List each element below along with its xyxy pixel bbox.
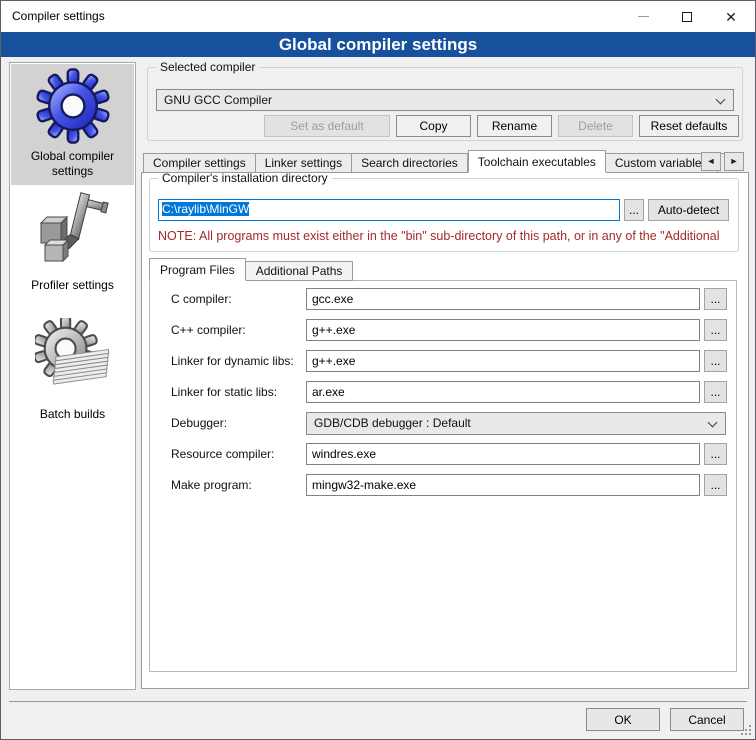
compiler-settings-dialog: Compiler settings ✕ Global compiler sett… bbox=[0, 0, 756, 740]
maximize-icon bbox=[682, 12, 692, 22]
tab-toolchain-executables[interactable]: Toolchain executables bbox=[468, 150, 606, 173]
rename-button[interactable]: Rename bbox=[477, 115, 552, 137]
make-program-label: Make program: bbox=[171, 474, 252, 496]
caliper-icon bbox=[35, 189, 111, 265]
install-dir-selected-text: C:\raylib\MinGW bbox=[162, 202, 249, 216]
page-title: Global compiler settings bbox=[1, 32, 755, 57]
tab-compiler-settings[interactable]: Compiler settings bbox=[143, 153, 256, 173]
linker-static-browse-button[interactable]: ... bbox=[704, 381, 727, 403]
linker-static-input[interactable] bbox=[306, 381, 700, 403]
window-titlebar: Compiler settings ✕ bbox=[1, 1, 755, 32]
linker-dynamic-label: Linker for dynamic libs: bbox=[171, 350, 294, 372]
program-files-page: C compiler: ... C++ compiler: ... Linker… bbox=[149, 280, 737, 672]
sidebar-item-label: Profiler settings bbox=[11, 278, 134, 293]
debugger-select[interactable]: GDB/CDB debugger : Default bbox=[306, 412, 726, 435]
set-as-default-button[interactable]: Set as default bbox=[264, 115, 390, 137]
linker-dynamic-input[interactable] bbox=[306, 350, 700, 372]
sidebar-item-global-compiler-settings[interactable]: Global compiler settings bbox=[11, 64, 134, 185]
note-text: NOTE: All programs must exist either in … bbox=[158, 229, 736, 243]
toolchain-executables-page: Compiler's installation directory C:\ray… bbox=[141, 172, 749, 689]
close-icon: ✕ bbox=[725, 10, 737, 24]
linker-dynamic-browse-button[interactable]: ... bbox=[704, 350, 727, 372]
debugger-label: Debugger: bbox=[171, 412, 227, 434]
tab-linker-settings[interactable]: Linker settings bbox=[256, 153, 352, 173]
delete-button[interactable]: Delete bbox=[558, 115, 633, 137]
tab-scroll-right-button[interactable]: ► bbox=[724, 152, 744, 171]
cancel-button[interactable]: Cancel bbox=[670, 708, 744, 731]
sidebar: Global compiler settings bbox=[9, 62, 136, 690]
minimize-button[interactable] bbox=[621, 1, 665, 32]
c-compiler-input[interactable] bbox=[306, 288, 700, 310]
ok-button[interactable]: OK bbox=[586, 708, 660, 731]
cpp-compiler-browse-button[interactable]: ... bbox=[704, 319, 727, 341]
footer-divider bbox=[9, 701, 747, 702]
resource-compiler-input[interactable] bbox=[306, 443, 700, 465]
resource-compiler-label: Resource compiler: bbox=[171, 443, 274, 465]
selected-compiler-group: Selected compiler GNU GCC Compiler Set a… bbox=[147, 67, 743, 141]
tab-scroll-left-button[interactable]: ◄ bbox=[701, 152, 721, 171]
make-program-input[interactable] bbox=[306, 474, 700, 496]
chevron-down-icon bbox=[708, 418, 718, 428]
cpp-compiler-label: C++ compiler: bbox=[171, 319, 246, 341]
copy-button[interactable]: Copy bbox=[396, 115, 471, 137]
selected-compiler-group-label: Selected compiler bbox=[156, 60, 259, 74]
chevron-down-icon bbox=[716, 95, 726, 105]
minimize-icon bbox=[638, 16, 649, 17]
resource-compiler-browse-button[interactable]: ... bbox=[704, 443, 727, 465]
cpp-compiler-input[interactable] bbox=[306, 319, 700, 341]
compiler-select[interactable]: GNU GCC Compiler bbox=[156, 89, 734, 111]
resize-grip-icon[interactable] bbox=[741, 725, 751, 735]
auto-detect-button[interactable]: Auto-detect bbox=[648, 199, 729, 221]
tab-scroll-buttons: ◄ ► bbox=[701, 152, 744, 171]
maximize-button[interactable] bbox=[665, 1, 709, 32]
install-dir-input[interactable]: C:\raylib\MinGW bbox=[158, 199, 620, 221]
gear-blue-icon bbox=[35, 68, 111, 144]
install-dir-group: Compiler's installation directory C:\ray… bbox=[149, 178, 739, 252]
c-compiler-browse-button[interactable]: ... bbox=[704, 288, 727, 310]
subtab-program-files[interactable]: Program Files bbox=[149, 258, 246, 281]
tab-search-directories[interactable]: Search directories bbox=[352, 153, 468, 173]
sidebar-item-label: Batch builds bbox=[11, 407, 134, 422]
sidebar-item-label: Global compiler settings bbox=[11, 149, 134, 179]
window-title: Compiler settings bbox=[12, 1, 105, 32]
install-dir-group-label: Compiler's installation directory bbox=[158, 171, 332, 185]
toolchain-subtabstrip: Program Files Additional Paths bbox=[149, 258, 353, 281]
c-compiler-label: C compiler: bbox=[171, 288, 232, 310]
reset-defaults-button[interactable]: Reset defaults bbox=[639, 115, 739, 137]
close-button[interactable]: ✕ bbox=[709, 1, 753, 32]
make-program-browse-button[interactable]: ... bbox=[704, 474, 727, 496]
subtab-additional-paths[interactable]: Additional Paths bbox=[246, 261, 354, 281]
linker-static-label: Linker for static libs: bbox=[171, 381, 277, 403]
sidebar-item-profiler-settings[interactable]: Profiler settings bbox=[11, 189, 134, 293]
gear-stack-icon bbox=[35, 318, 111, 394]
install-dir-browse-button[interactable]: ... bbox=[624, 199, 644, 221]
sidebar-item-batch-builds[interactable]: Batch builds bbox=[11, 318, 134, 422]
settings-tabstrip: Compiler settings Linker settings Search… bbox=[143, 150, 695, 173]
window-caption-buttons: ✕ bbox=[621, 1, 753, 32]
